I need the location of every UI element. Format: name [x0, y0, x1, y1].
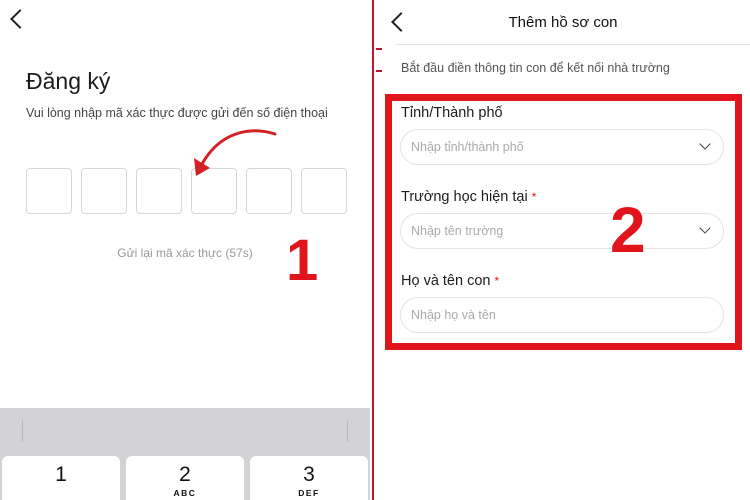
- edge-mark: [376, 70, 382, 72]
- numeric-keyboard: 1 2 ABC 3 DEF: [0, 408, 370, 500]
- page-title: Đăng ký: [26, 68, 111, 94]
- edge-mark: [376, 48, 382, 50]
- otp-digit-input[interactable]: [301, 168, 347, 214]
- keyboard-separator: [347, 420, 348, 442]
- form-instructions: Bắt đầu điền thông tin con để kết nối nh…: [401, 61, 670, 75]
- otp-digit-input[interactable]: [81, 168, 127, 214]
- back-arrow-icon[interactable]: [10, 9, 30, 29]
- key-digit: 2: [179, 463, 191, 486]
- keyboard-separator: [22, 420, 23, 442]
- annotation-number: 1: [286, 228, 319, 293]
- otp-digit-input[interactable]: [26, 168, 72, 214]
- panel-divider-line: [372, 0, 374, 500]
- otp-screen: Đăng ký Vui lòng nhập mã xác thực được g…: [0, 0, 370, 500]
- key-letters: DEF: [298, 488, 320, 498]
- key-digit: 1: [55, 463, 67, 486]
- annotation-highlight-box: [385, 94, 742, 350]
- key-1[interactable]: 1: [2, 456, 120, 500]
- header-divider: [396, 44, 750, 45]
- otp-instructions: Vui lòng nhập mã xác thực được gửi đến s…: [26, 106, 328, 120]
- annotation-arrow-icon: [194, 129, 277, 176]
- key-letters: ABC: [173, 488, 197, 498]
- add-child-profile-screen: Thêm hồ sơ con Bắt đầu điền thông tin co…: [376, 0, 750, 500]
- page-title: Thêm hồ sơ con: [508, 14, 618, 31]
- key-digit: 3: [303, 463, 315, 486]
- key-3[interactable]: 3 DEF: [250, 456, 368, 500]
- key-2[interactable]: 2 ABC: [126, 456, 244, 500]
- annotation-number: 2: [610, 194, 646, 266]
- keyboard-suggestion-bar: [0, 408, 370, 454]
- otp-digit-input[interactable]: [136, 168, 182, 214]
